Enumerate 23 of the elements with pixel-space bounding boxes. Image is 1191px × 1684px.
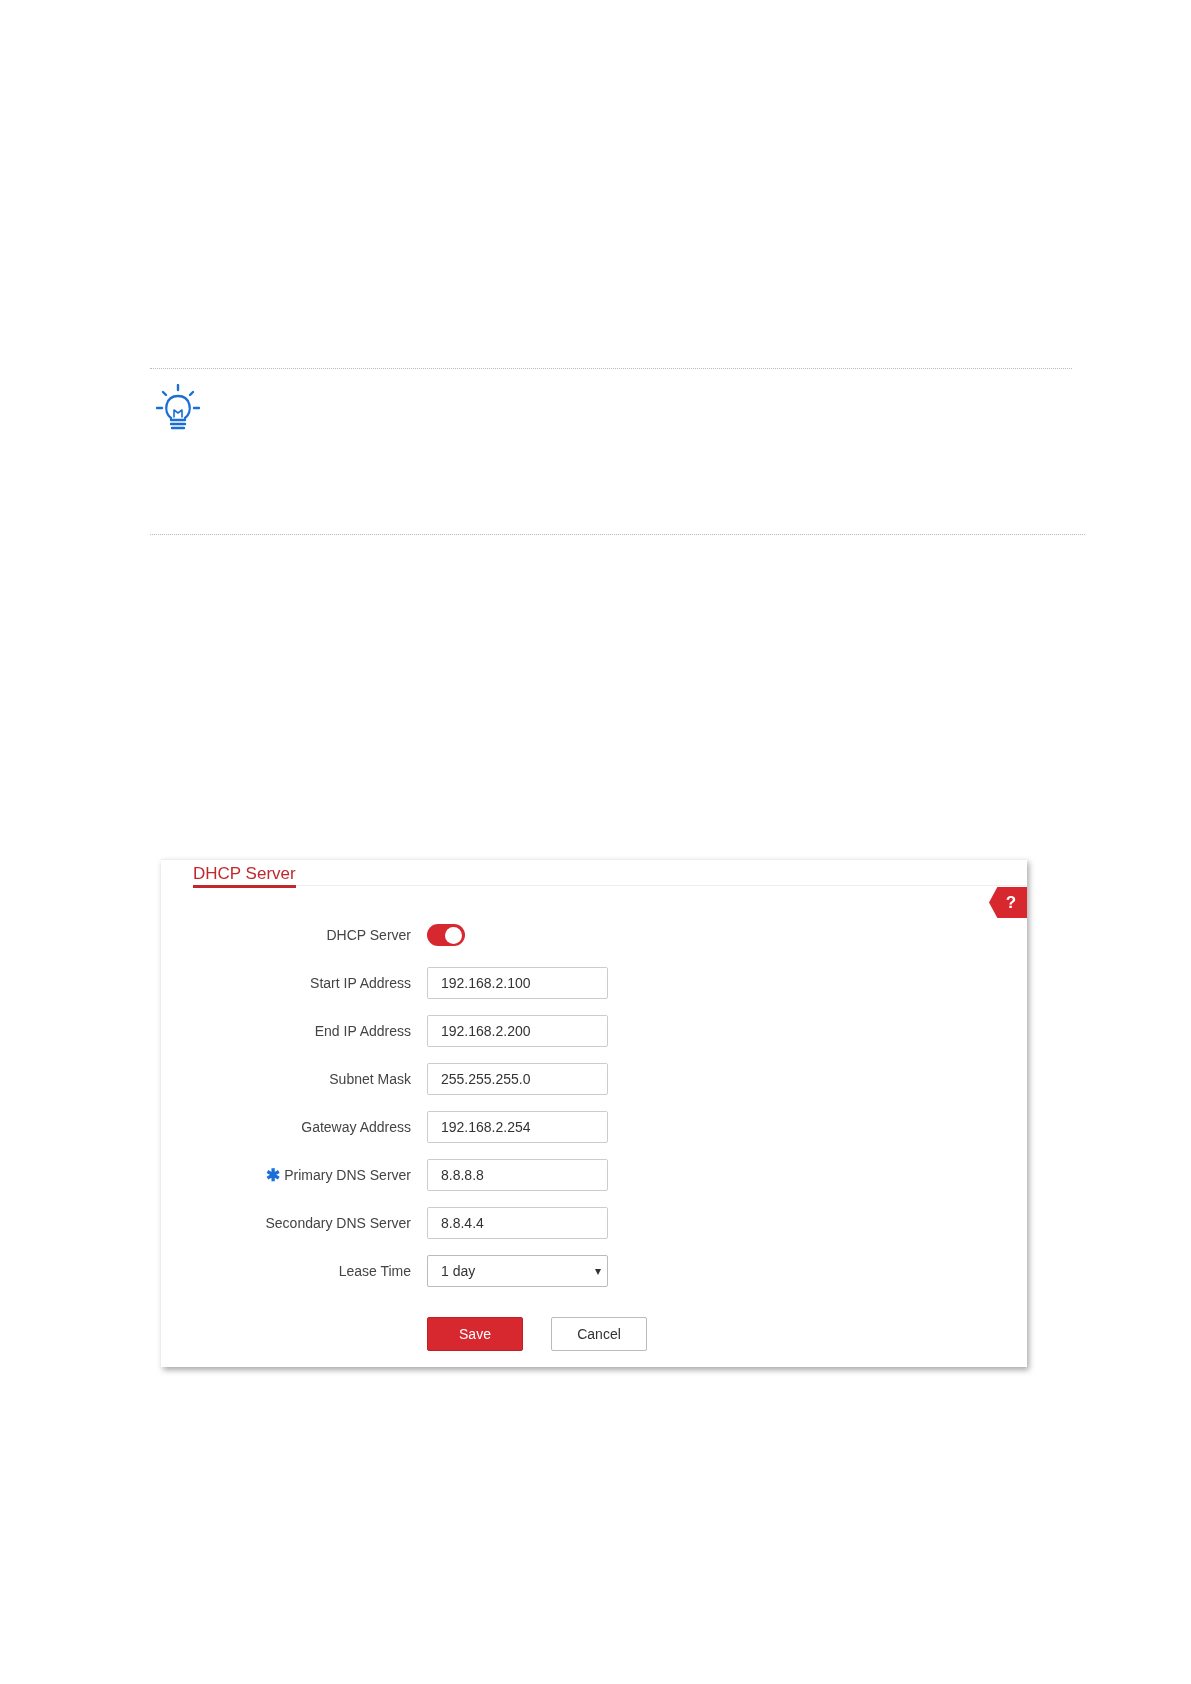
input-field[interactable]: 8.8.4.4 [427, 1207, 608, 1239]
save-button[interactable]: Save [427, 1317, 523, 1351]
field-label: Secondary DNS Server [265, 1213, 411, 1233]
input-field[interactable]: 8.8.8.8 [427, 1159, 608, 1191]
toggle-switch[interactable] [427, 924, 465, 946]
caret-icon: ▾ [595, 1262, 601, 1280]
help-tab[interactable]: ? [989, 887, 1027, 918]
input-field[interactable]: 192.168.2.200 [427, 1015, 608, 1047]
dropdown-field[interactable]: 1 day ▾ [427, 1255, 608, 1287]
required-icon: ✱ [266, 1166, 281, 1184]
field-label: Subnet Mask [329, 1069, 411, 1089]
field-label: DHCP Server [326, 925, 411, 945]
field-label: End IP Address [314, 1021, 411, 1041]
cancel-button[interactable]: Cancel [551, 1317, 647, 1351]
panel-title: DHCP Server [193, 864, 296, 888]
input-field[interactable]: 255.255.255.0 [427, 1063, 608, 1095]
input-field[interactable]: 192.168.2.100 [427, 967, 608, 999]
lightbulb-icon [155, 384, 201, 432]
field-label: Gateway Address [301, 1117, 411, 1137]
field-label: Primary DNS Server [284, 1165, 411, 1185]
field-label: Lease Time [338, 1261, 411, 1281]
input-field[interactable]: 192.168.2.254 [427, 1111, 608, 1143]
field-label: Start IP Address [310, 973, 411, 993]
